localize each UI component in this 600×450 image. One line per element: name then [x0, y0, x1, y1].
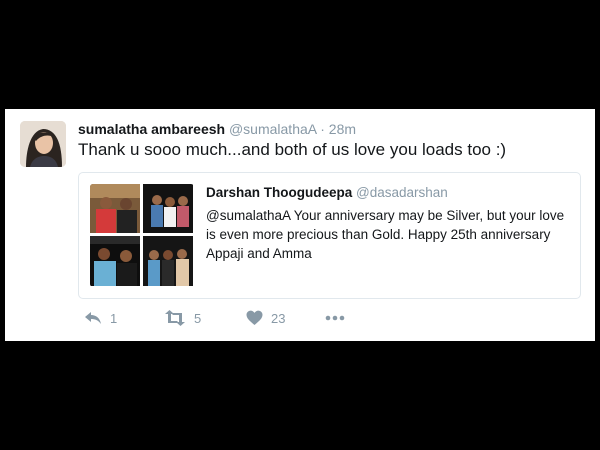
- quoted-tweet-image[interactable]: [90, 184, 194, 287]
- retweet-count: 5: [194, 310, 202, 326]
- display-name[interactable]: sumalatha ambareesh: [78, 121, 225, 137]
- tweet-text: Thank u sooo much...and both of us love …: [78, 140, 507, 159]
- reply-button[interactable]: 1: [84, 310, 117, 326]
- more-button[interactable]: [325, 310, 345, 326]
- quoted-tweet-header: Darshan Thoogudeepa @dasadarshan: [206, 185, 448, 200]
- photo-3: [90, 236, 140, 286]
- retweet-icon: [165, 310, 185, 326]
- like-count: 23: [271, 310, 286, 326]
- quoted-user-handle[interactable]: @dasadarshan: [356, 185, 448, 200]
- quoted-tweet-text: @sumalathaA Your anniversary may be Silv…: [206, 208, 565, 261]
- more-icon: [325, 315, 345, 321]
- reply-count: 1: [110, 310, 118, 326]
- tweet-header: sumalatha ambareesh @sumalathaA · 28m: [78, 121, 356, 137]
- photo-4: [143, 236, 193, 286]
- avatar-photo: [20, 121, 66, 167]
- reply-icon: [85, 312, 101, 324]
- user-handle[interactable]: @sumalathaA: [229, 121, 316, 137]
- like-button[interactable]: 23: [246, 310, 285, 326]
- photo-2: [143, 184, 193, 233]
- retweet-button[interactable]: 5: [164, 310, 201, 326]
- quoted-display-name[interactable]: Darshan Thoogudeepa: [206, 185, 352, 200]
- separator: ·: [320, 121, 325, 137]
- quoted-tweet[interactable]: Darshan Thoogudeepa @dasadarshan @sumala…: [78, 172, 581, 299]
- timestamp[interactable]: 28m: [329, 121, 356, 137]
- avatar[interactable]: [20, 121, 66, 167]
- heart-icon: [246, 310, 263, 325]
- photo-1: [90, 184, 140, 233]
- tweet-card: sumalatha ambareesh @sumalathaA · 28m Th…: [5, 109, 595, 341]
